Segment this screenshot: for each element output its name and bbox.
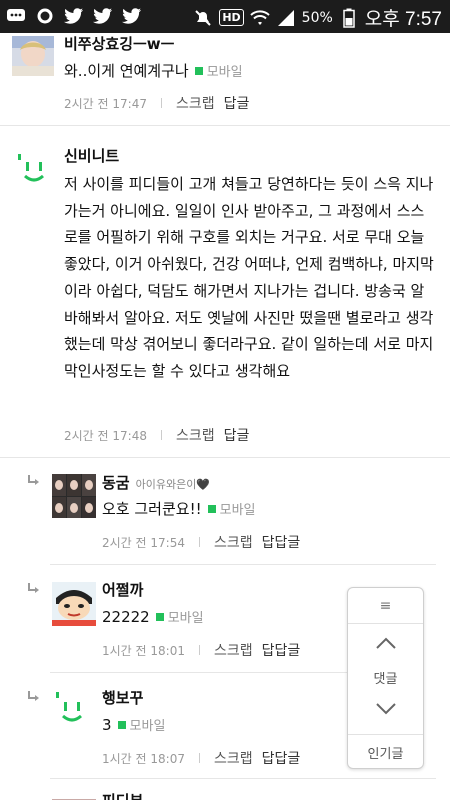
reply-reply-button[interactable]: 답답글 <box>262 640 301 660</box>
comment-meta: 2시간 전 17:47 스크랩 답글 <box>64 93 249 113</box>
notification-icons <box>6 6 142 26</box>
reply-meta: 2시간 전 17:54 스크랩 답답글 <box>102 532 300 552</box>
comment-body: 와..이게 연예계구나 모바일 <box>64 58 424 87</box>
divider <box>160 98 162 108</box>
scrap-button[interactable]: 스크랩 <box>176 425 215 445</box>
comment-meta: 2시간 전 17:48 스크랩 답글 <box>64 425 249 445</box>
divider <box>50 672 350 673</box>
mobile-indicator-icon <box>117 721 126 729</box>
reply-text: 22222 <box>102 608 150 626</box>
battery-percent: 50% <box>301 9 333 26</box>
avatar[interactable] <box>52 792 96 800</box>
avatar[interactable] <box>52 582 96 626</box>
system-icons: HD 50% 오후 7:57 <box>193 4 442 31</box>
reply-text: 오호 그러쿤요!! <box>102 500 202 518</box>
reply-nickname[interactable]: 어쩔까 <box>102 579 143 600</box>
mute-icon <box>193 8 213 28</box>
popular-posts-button[interactable]: 인기글 <box>348 734 423 770</box>
ring-icon <box>35 6 55 26</box>
divider <box>0 457 450 458</box>
scrap-button[interactable]: 스크랩 <box>176 93 215 113</box>
reply-arrow-icon <box>28 475 39 485</box>
reply-meta: 1시간 전 18:07 스크랩 답답글 <box>102 748 300 768</box>
reply-body: 22222 모바일 <box>102 604 342 633</box>
scrap-button[interactable]: 스크랩 <box>214 532 253 552</box>
reply-button[interactable]: 답글 <box>224 425 250 445</box>
comment-nickname[interactable]: 신비니트 <box>64 145 119 166</box>
comments-nav: 댓글 <box>348 624 423 734</box>
mobile-label: 모바일 <box>219 503 256 518</box>
reply-nickname[interactable]: 피디부 <box>102 790 143 800</box>
clock: 오후 7:57 <box>364 9 442 30</box>
menu-button[interactable]: ≡ <box>348 588 423 624</box>
battery-icon <box>339 8 359 28</box>
hd-voice-badge: HD <box>219 9 244 26</box>
avatar[interactable] <box>52 474 96 518</box>
divider <box>50 564 436 565</box>
scrap-button[interactable]: 스크랩 <box>214 640 253 660</box>
chevron-up-icon[interactable] <box>375 636 397 650</box>
scrap-button[interactable]: 스크랩 <box>214 748 253 768</box>
reply-body: 3 모바일 <box>102 712 342 741</box>
reply-time: 2시간 전 17:54 <box>102 535 185 550</box>
divider <box>0 125 450 126</box>
wifi-icon <box>249 8 270 28</box>
mobile-indicator-icon <box>194 67 203 75</box>
mobile-indicator-icon <box>155 613 164 621</box>
reply-time: 1시간 전 18:01 <box>102 643 185 658</box>
twitter-icon <box>122 6 142 26</box>
mobile-label: 모바일 <box>129 719 166 734</box>
comments-label: 댓글 <box>373 672 398 687</box>
reply-arrow-icon <box>28 583 39 593</box>
twitter-icon <box>64 6 84 26</box>
divider <box>198 537 200 547</box>
divider <box>198 645 200 655</box>
floating-nav-panel: ≡ 댓글 인기글 <box>347 587 424 769</box>
comment-nickname[interactable]: 비쭈상효깅ㅡwㅡ <box>64 33 174 54</box>
reply-reply-button[interactable]: 답답글 <box>262 748 301 768</box>
reply-nick-sub: 아이유와은이🖤 <box>135 478 211 491</box>
avatar[interactable] <box>12 148 56 192</box>
mobile-label: 모바일 <box>206 65 243 80</box>
comment-text: 저 사이를 피디들이 고개 쳐들고 당연하다는 듯이 스윽 지나가는거 아니에요… <box>64 175 434 380</box>
reply-body: 오호 그러쿤요!! 모바일 <box>102 496 402 525</box>
divider <box>160 430 162 440</box>
reply-button[interactable]: 답글 <box>224 93 250 113</box>
chat-bubble-icon <box>6 6 26 26</box>
reply-reply-button[interactable]: 답답글 <box>262 532 301 552</box>
avatar[interactable] <box>12 36 54 76</box>
twitter-icon <box>93 6 113 26</box>
mobile-indicator-icon <box>207 505 216 513</box>
reply-meta: 1시간 전 18:01 스크랩 답답글 <box>102 640 300 660</box>
reply-nick-text: 동굼 <box>102 474 130 492</box>
chevron-down-icon[interactable] <box>375 702 397 716</box>
reply-nickname[interactable]: 동굼 아이유와은이🖤 <box>102 472 210 493</box>
comment-text: 와..이게 연예계구나 <box>64 62 189 80</box>
divider <box>198 753 200 763</box>
reply-time: 1시간 전 18:07 <box>102 751 185 766</box>
reply-text: 3 <box>102 716 112 734</box>
menu-icon: ≡ <box>379 597 392 614</box>
comment-time: 2시간 전 17:48 <box>64 428 147 443</box>
reply-arrow-icon <box>28 691 39 701</box>
reply-nickname[interactable]: 행보꾸 <box>102 687 143 708</box>
avatar[interactable] <box>52 690 96 734</box>
mobile-label: 모바일 <box>167 611 204 626</box>
status-bar: HD 50% 오후 7:57 <box>0 0 450 33</box>
signal-icon <box>276 8 296 28</box>
divider <box>50 778 436 779</box>
comment-time: 2시간 전 17:47 <box>64 96 147 111</box>
